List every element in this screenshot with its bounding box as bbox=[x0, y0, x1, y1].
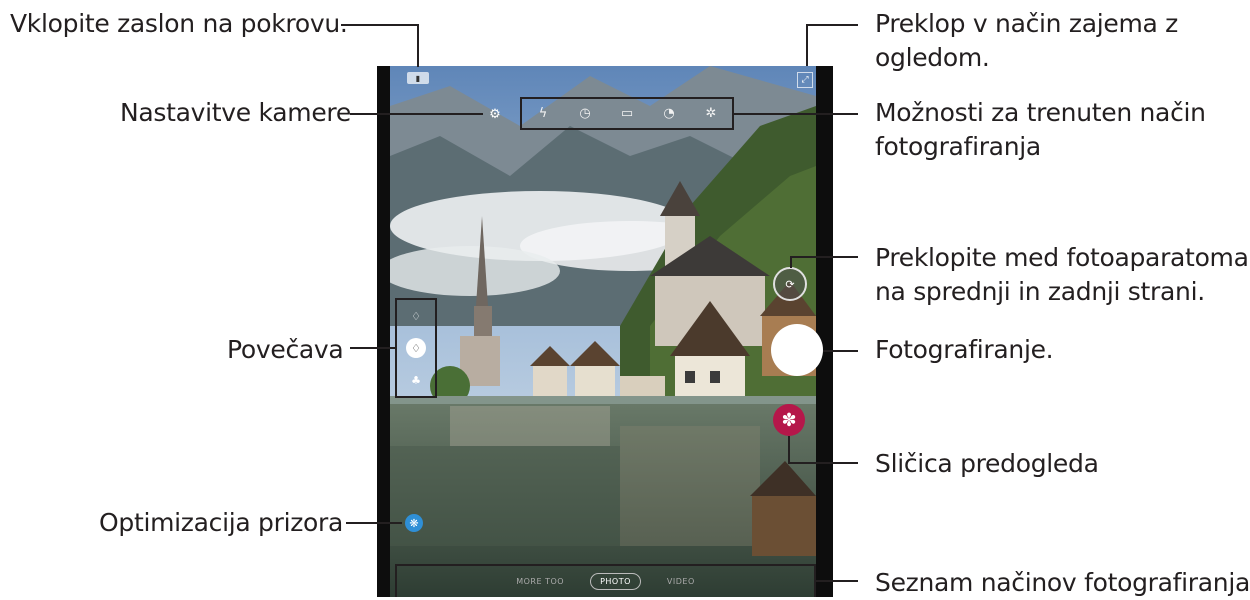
zoom-ultra-wide-icon[interactable]: ♢ bbox=[406, 306, 426, 326]
leader-switch-cameras-v bbox=[790, 256, 792, 268]
callout-cover-screen: Vklopite zaslon na pokrovu. bbox=[10, 9, 348, 38]
leader-preview-mode-v bbox=[806, 24, 808, 66]
leader-zoom bbox=[350, 347, 395, 349]
hallstatt-scene bbox=[390, 66, 816, 597]
zoom-tele-icon[interactable]: ♣ bbox=[406, 370, 426, 390]
leader-take-picture bbox=[823, 350, 858, 352]
ratio-icon[interactable]: ▭ bbox=[617, 106, 637, 121]
filter-icon[interactable]: ✲ bbox=[701, 106, 721, 121]
zoom-wide-icon[interactable]: ♢ bbox=[406, 338, 426, 358]
callout-scene-optimizer: Optimizacija prizora bbox=[99, 508, 344, 537]
leader-settings bbox=[350, 113, 483, 115]
callout-preview-mode-1: Preklop v način zajema z bbox=[875, 9, 1178, 38]
zoom-selector: ♢ ♢ ♣ bbox=[395, 298, 437, 398]
leader-thumbnail bbox=[788, 462, 858, 464]
flower-icon: ✽ bbox=[781, 409, 797, 431]
flash-off-icon[interactable]: ϟ bbox=[533, 106, 553, 121]
scene-optimizer-button[interactable]: ❋ bbox=[405, 514, 423, 532]
leader-preview-mode bbox=[806, 24, 858, 26]
callout-switch-cameras-2: na sprednji in zadnji strani. bbox=[875, 277, 1205, 306]
shooting-modes-list: MORE TOO PHOTO VIDEO bbox=[395, 564, 816, 597]
callout-shooting-modes: Seznam načinov fotografiranja bbox=[875, 568, 1250, 597]
landscape-photo bbox=[390, 66, 816, 597]
camera-viewfinder: ▮ ⤢ ⚙ bbox=[377, 66, 833, 597]
scene-optimizer-icon: ❋ bbox=[409, 516, 419, 530]
callout-camera-settings: Nastavitve kamere bbox=[120, 98, 351, 127]
callout-switch-cameras-1: Preklopite med fotoaparatoma bbox=[875, 243, 1249, 272]
callout-zoom: Povečava bbox=[227, 335, 344, 364]
settings-icon[interactable]: ⚙ bbox=[487, 106, 503, 122]
callout-preview-mode-2: ogledom. bbox=[875, 43, 990, 72]
switch-camera-button[interactable]: ⟳ bbox=[773, 267, 807, 301]
mode-video[interactable]: VIDEO bbox=[667, 577, 695, 586]
leader-shooting-modes bbox=[816, 580, 858, 582]
leader-mode-options bbox=[734, 113, 858, 115]
mode-photo[interactable]: PHOTO bbox=[590, 573, 641, 590]
leader-scene-optimizer bbox=[346, 522, 402, 524]
leader-cover-screen bbox=[341, 24, 419, 26]
leader-thumbnail-v bbox=[788, 436, 790, 464]
timer-icon[interactable]: ◷ bbox=[575, 106, 595, 121]
leader-switch-cameras bbox=[790, 256, 858, 258]
callout-mode-options-1: Možnosti za trenuten način bbox=[875, 98, 1206, 127]
cover-screen-icon[interactable]: ▮ bbox=[407, 72, 429, 84]
callout-preview-thumbnail: Sličica predogleda bbox=[875, 449, 1099, 478]
preview-mode-icon[interactable]: ⤢ bbox=[797, 72, 813, 88]
callout-mode-options-2: fotografiranja bbox=[875, 132, 1041, 161]
shooting-options-bar: ϟ ◷ ▭ ◔ ✲ bbox=[520, 97, 734, 130]
shutter-button[interactable] bbox=[771, 324, 823, 376]
mode-more[interactable]: MORE TOO bbox=[516, 577, 564, 586]
preview-thumbnail[interactable]: ✽ bbox=[773, 404, 805, 436]
leader-cover-screen-v bbox=[417, 24, 419, 67]
callout-take-picture: Fotografiranje. bbox=[875, 335, 1054, 364]
motion-photo-icon[interactable]: ◔ bbox=[659, 106, 679, 121]
